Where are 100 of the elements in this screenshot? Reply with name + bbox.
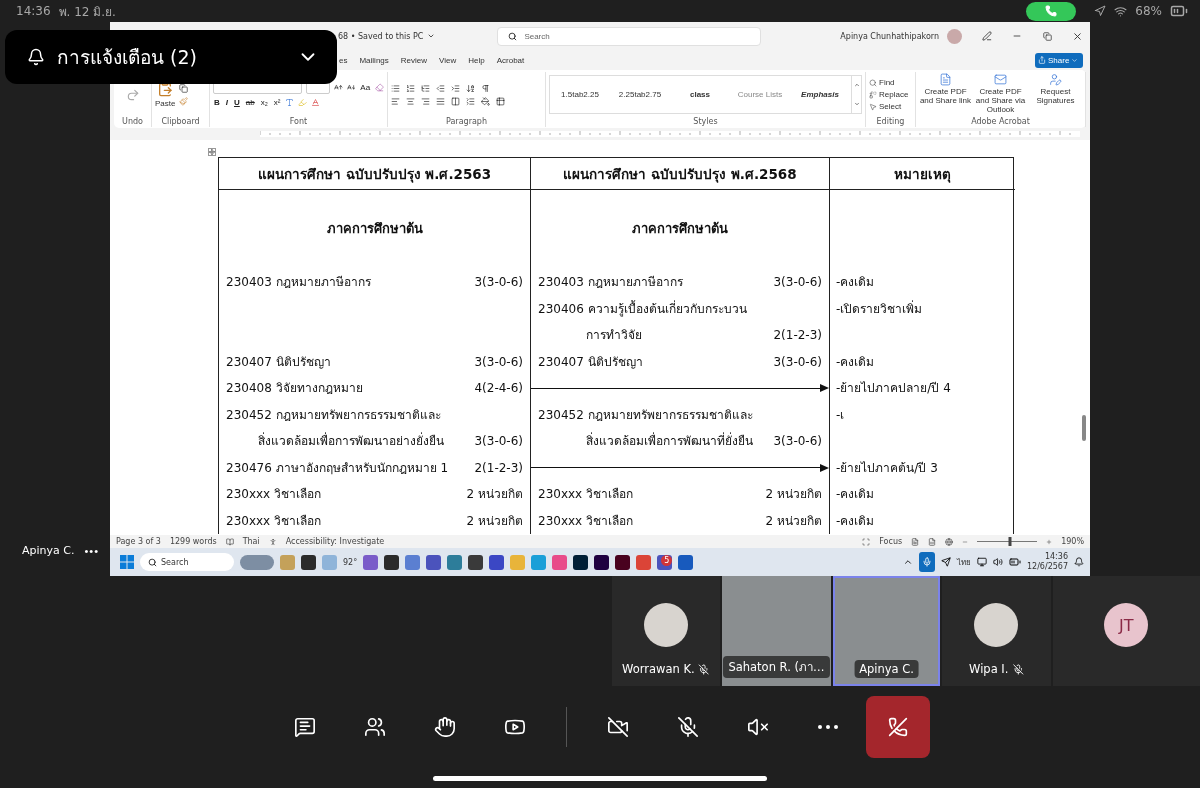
table-move-handle[interactable]	[208, 148, 216, 156]
scrollbar-thumb[interactable]	[1082, 415, 1086, 441]
style-option[interactable]: 1.5tab2.25	[550, 90, 610, 99]
remark-text: -คงเดิม	[836, 513, 875, 528]
scroll-up-icon[interactable]	[853, 82, 860, 89]
strikethrough-button[interactable]: ab	[244, 97, 256, 108]
font-color-icon[interactable]	[311, 98, 321, 107]
search-field[interactable]: Search	[497, 26, 762, 46]
acrobat-button[interactable]: Request Signatures	[1029, 73, 1082, 105]
course-credits: 2 หน่วยกิต	[765, 512, 822, 530]
bell-icon	[27, 48, 45, 66]
align-right-icon[interactable]	[421, 96, 430, 106]
shrink-font-icon[interactable]	[346, 83, 356, 92]
read-mode-icon[interactable]	[911, 537, 920, 546]
participant-tile[interactable]: Wipa I.	[941, 576, 1051, 686]
app-icon[interactable]	[384, 554, 400, 570]
app-icon[interactable]	[594, 554, 610, 570]
table-header-cell: แผนการศึกษา ฉบับปรับปรุง พ.ศ.2563	[219, 158, 531, 190]
multilevel-list-icon[interactable]	[421, 83, 430, 93]
borders-icon[interactable]	[496, 96, 505, 106]
editing-button[interactable]: Select	[869, 101, 912, 112]
monitor-icon[interactable]	[976, 557, 987, 567]
shading-icon[interactable]	[481, 96, 490, 106]
volume-icon[interactable]	[992, 557, 1003, 567]
proofing-icon[interactable]	[225, 537, 234, 546]
copy-icon[interactable]	[179, 83, 189, 93]
chevron-down-icon[interactable]	[427, 32, 436, 40]
editing-button[interactable]: Replace	[869, 89, 912, 100]
video-tile[interactable]: Apinya C.	[833, 576, 940, 686]
semester-heading: ภาคการศึกษาต้น	[326, 221, 423, 236]
grow-font-icon[interactable]	[333, 83, 343, 92]
app-icon[interactable]	[468, 554, 484, 570]
bullets-icon[interactable]	[391, 83, 400, 93]
acrobat-button[interactable]: Create PDF and Share via Outlook	[974, 73, 1027, 114]
group-label: Undo	[121, 117, 144, 127]
share-icon	[1038, 56, 1046, 64]
tray-chevron-icon[interactable]	[902, 557, 913, 567]
call-button[interactable]	[1026, 1, 1077, 21]
change-case-button[interactable]: Aa	[359, 82, 372, 93]
align-center-icon[interactable]	[406, 96, 415, 106]
participant-tile[interactable]: JT	[1052, 576, 1200, 686]
decrease-indent-icon[interactable]	[436, 83, 445, 93]
pilcrow-icon[interactable]	[481, 83, 490, 93]
line-spacing-icon[interactable]	[466, 96, 475, 106]
text-effects-icon[interactable]	[285, 98, 295, 107]
start-icon[interactable]	[120, 555, 134, 569]
more-button[interactable]: •••	[84, 544, 100, 557]
taskbar-search[interactable]: Search	[140, 553, 234, 571]
search-icon	[869, 78, 877, 87]
align-left-icon[interactable]	[391, 96, 400, 106]
app-icon[interactable]	[573, 554, 589, 570]
columns-icon[interactable]	[451, 96, 460, 106]
course-title: 230452 กฎหมายทรัพยากรธรรมชาติและ	[538, 406, 753, 424]
battery-icon[interactable]	[1008, 556, 1021, 568]
taskbar-clock[interactable]: 14:36 12/6/2567	[1026, 552, 1068, 572]
search-icon	[508, 31, 518, 41]
course-title: การทำวิจัย	[586, 327, 642, 344]
caret-icon	[1071, 56, 1079, 64]
ribbon-tab[interactable]: Help	[468, 55, 485, 65]
move-icon	[209, 149, 215, 155]
app-icon[interactable]	[301, 554, 316, 570]
share-button[interactable]: Share	[1035, 52, 1083, 68]
print-layout-icon[interactable]	[928, 537, 937, 546]
sort-icon[interactable]	[466, 83, 475, 93]
hang-up-button[interactable]	[866, 696, 930, 758]
ribbon-tab[interactable]: View	[439, 55, 457, 65]
ribbon-tab[interactable]: Acrobat	[496, 55, 525, 65]
course-credits: 4(2-4-6)	[474, 380, 523, 397]
notification-banner[interactable]: การแจ้งเตือน (2)	[5, 30, 337, 84]
style-option[interactable]: Course Lists	[730, 90, 790, 99]
style-option[interactable]: 2.25tab2.75	[610, 90, 670, 99]
course-credits: 3(3-0-6)	[773, 353, 822, 371]
paste-button[interactable]: Paste	[155, 81, 176, 108]
document-icon	[939, 73, 952, 86]
italic-button[interactable]: I	[224, 97, 229, 108]
style-option[interactable]: Emphasis	[790, 90, 850, 99]
participant-tile[interactable]: Worrawan K.	[612, 576, 720, 686]
web-layout-icon[interactable]	[945, 537, 954, 546]
scroll-down-icon[interactable]	[853, 100, 860, 107]
numbering-icon[interactable]	[406, 83, 415, 93]
subscript-button[interactable]: x₂	[259, 97, 269, 108]
underline-button[interactable]: U	[233, 97, 241, 108]
ribbon-tab[interactable]: Mailings	[359, 55, 389, 65]
increase-indent-icon[interactable]	[451, 83, 460, 93]
editing-button[interactable]: Find	[869, 77, 912, 88]
acrobat-button[interactable]: Create PDF and Share link	[919, 73, 972, 105]
send-icon[interactable]	[940, 557, 951, 567]
focus-icon	[862, 537, 871, 546]
video-tile[interactable]: Sahaton R. (ภา…	[721, 576, 832, 686]
style-option[interactable]: class	[670, 90, 730, 99]
superscript-button[interactable]: x²	[272, 97, 282, 108]
notifications-icon[interactable]	[1074, 557, 1084, 567]
app-icon[interactable]	[615, 554, 631, 570]
ribbon-tab[interactable]: Review	[400, 55, 428, 65]
justify-icon[interactable]	[436, 96, 445, 106]
bold-button[interactable]: B	[213, 97, 221, 108]
group-label: Editing	[875, 117, 906, 127]
weather-temperature: 92°	[343, 557, 358, 567]
ribbon-tab[interactable]: es	[339, 55, 348, 65]
app-icon[interactable]: 5	[657, 554, 673, 570]
